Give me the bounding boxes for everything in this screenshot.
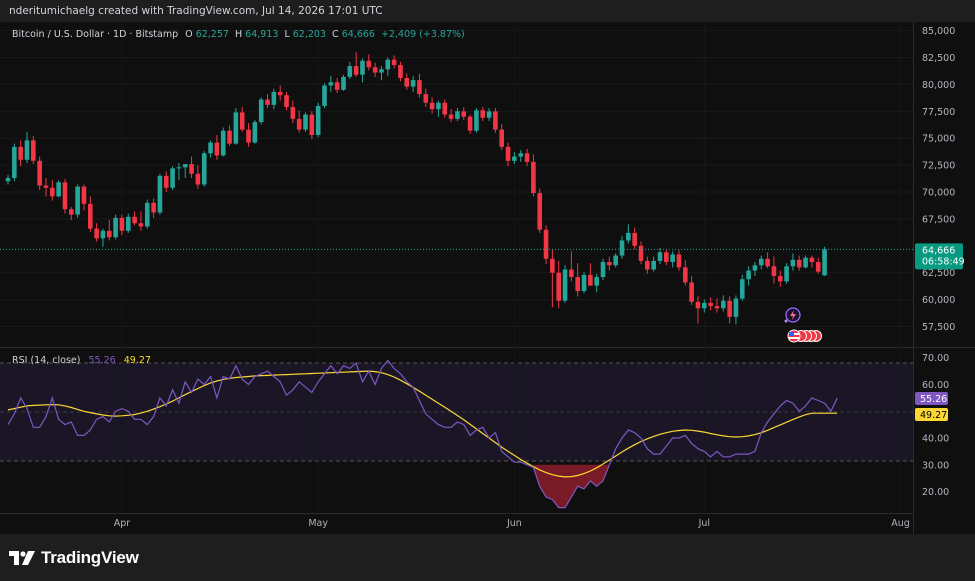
- rsi-badge-value: 55.26: [920, 394, 947, 405]
- candle: [37, 156, 42, 190]
- close-label: C: [332, 29, 339, 40]
- bar-countdown: 06:58:49: [922, 256, 965, 267]
- time-tick-label: May: [308, 518, 328, 529]
- flag-stripe: [789, 337, 799, 339]
- candle: [581, 271, 587, 294]
- price-tick-label: 75,000: [922, 134, 955, 145]
- price-tick-label: 70,000: [922, 188, 955, 199]
- rsi-tick-label: 30.00: [922, 460, 949, 471]
- open-value: 62,257: [196, 29, 229, 40]
- candle: [157, 173, 163, 215]
- candle: [600, 258, 606, 281]
- candle: [474, 108, 479, 133]
- tradingview-logo-text: TradingView: [41, 548, 139, 567]
- dot-icon: [784, 319, 788, 323]
- candle: [62, 179, 68, 214]
- change-value: +2,409 (+3.87%): [381, 29, 465, 40]
- time-tick-label: Apr: [114, 518, 131, 529]
- price-tick-label: 72,500: [922, 161, 955, 172]
- rsi-tick-label: 70.00: [922, 353, 949, 364]
- last-price-value: 64,666: [922, 245, 955, 256]
- candle: [537, 188, 543, 233]
- rsi-value-badge: 55.26: [915, 392, 948, 405]
- rsi-label: RSI (14, close): [12, 355, 80, 366]
- economic-events-icons[interactable]: [787, 329, 822, 343]
- price-tick-label: 80,000: [922, 80, 955, 91]
- candle: [322, 83, 327, 109]
- candle: [258, 97, 264, 125]
- time-tick-label: Aug: [891, 518, 910, 529]
- price-tick-label: 60,000: [922, 295, 955, 306]
- tradingview-logo[interactable]: TradingView: [9, 546, 139, 570]
- chart-canvas[interactable]: 85,000 82,500 80,000 77,500 75,000 72,500 70,0…: [0, 22, 975, 534]
- candle: [170, 166, 175, 190]
- footer: TradingView: [0, 534, 975, 581]
- candle: [303, 112, 308, 132]
- candle: [201, 151, 207, 187]
- price-tick-label: 82,500: [922, 53, 955, 64]
- candle: [341, 74, 346, 91]
- price-tick-label: 57,500: [922, 322, 955, 333]
- candle: [543, 225, 549, 265]
- candle: [12, 143, 17, 182]
- rsi-tick-label: 40.00: [922, 434, 949, 445]
- candle: [315, 102, 321, 138]
- attribution-header: nderitumichaelg created with TradingView…: [0, 0, 975, 22]
- candle: [75, 184, 80, 218]
- candle: [493, 108, 498, 133]
- high-label: H: [235, 29, 242, 40]
- attribution-text: nderitumichaelg created with TradingView…: [9, 5, 383, 17]
- candle: [562, 265, 568, 303]
- candle: [144, 199, 150, 229]
- price-tick-label: 85,000: [922, 26, 955, 37]
- candle: [822, 246, 827, 276]
- tradingview-logo-icon: [9, 551, 35, 565]
- rsi-ma-legend-value: 49.27: [124, 355, 151, 366]
- candle: [113, 214, 118, 240]
- rsi-tick-label: 20.00: [922, 487, 949, 498]
- rsi-ma-badge-value: 49.27: [920, 410, 947, 421]
- price-tick-label: 62,500: [922, 268, 955, 279]
- low-label: L: [284, 29, 290, 40]
- candle: [56, 180, 61, 198]
- symbol-name: Bitcoin / U.S. Dollar · 1D · Bitstamp: [12, 29, 178, 40]
- candle: [233, 108, 239, 145]
- rsi-ma-value-badge: 49.27: [915, 408, 948, 421]
- candle: [252, 119, 258, 144]
- chart-frame[interactable]: 85,000 82,500 80,000 77,500 75,000 72,500 70,0…: [0, 22, 975, 534]
- last-price-badge: 64,666 06:58:49: [915, 243, 965, 270]
- rsi-tick-label: 60.00: [922, 380, 949, 391]
- open-label: O: [185, 29, 192, 40]
- flag-canton: [789, 332, 794, 336]
- rsi-legend-value: 55.26: [89, 355, 116, 366]
- price-tick-label: 67,500: [922, 214, 955, 225]
- close-value: 64,666: [342, 29, 375, 40]
- high-value: 64,913: [245, 29, 278, 40]
- time-tick-label: Jul: [698, 518, 710, 529]
- low-value: 62,203: [293, 29, 326, 40]
- chart-legend: Bitcoin / U.S. Dollar · 1D · Bitstamp O …: [12, 29, 465, 40]
- rsi-legend: RSI (14, close) 55.26 49.27: [12, 355, 151, 366]
- time-tick-label: Jun: [506, 518, 522, 529]
- candle: [220, 127, 226, 157]
- price-tick-label: 77,500: [922, 107, 955, 118]
